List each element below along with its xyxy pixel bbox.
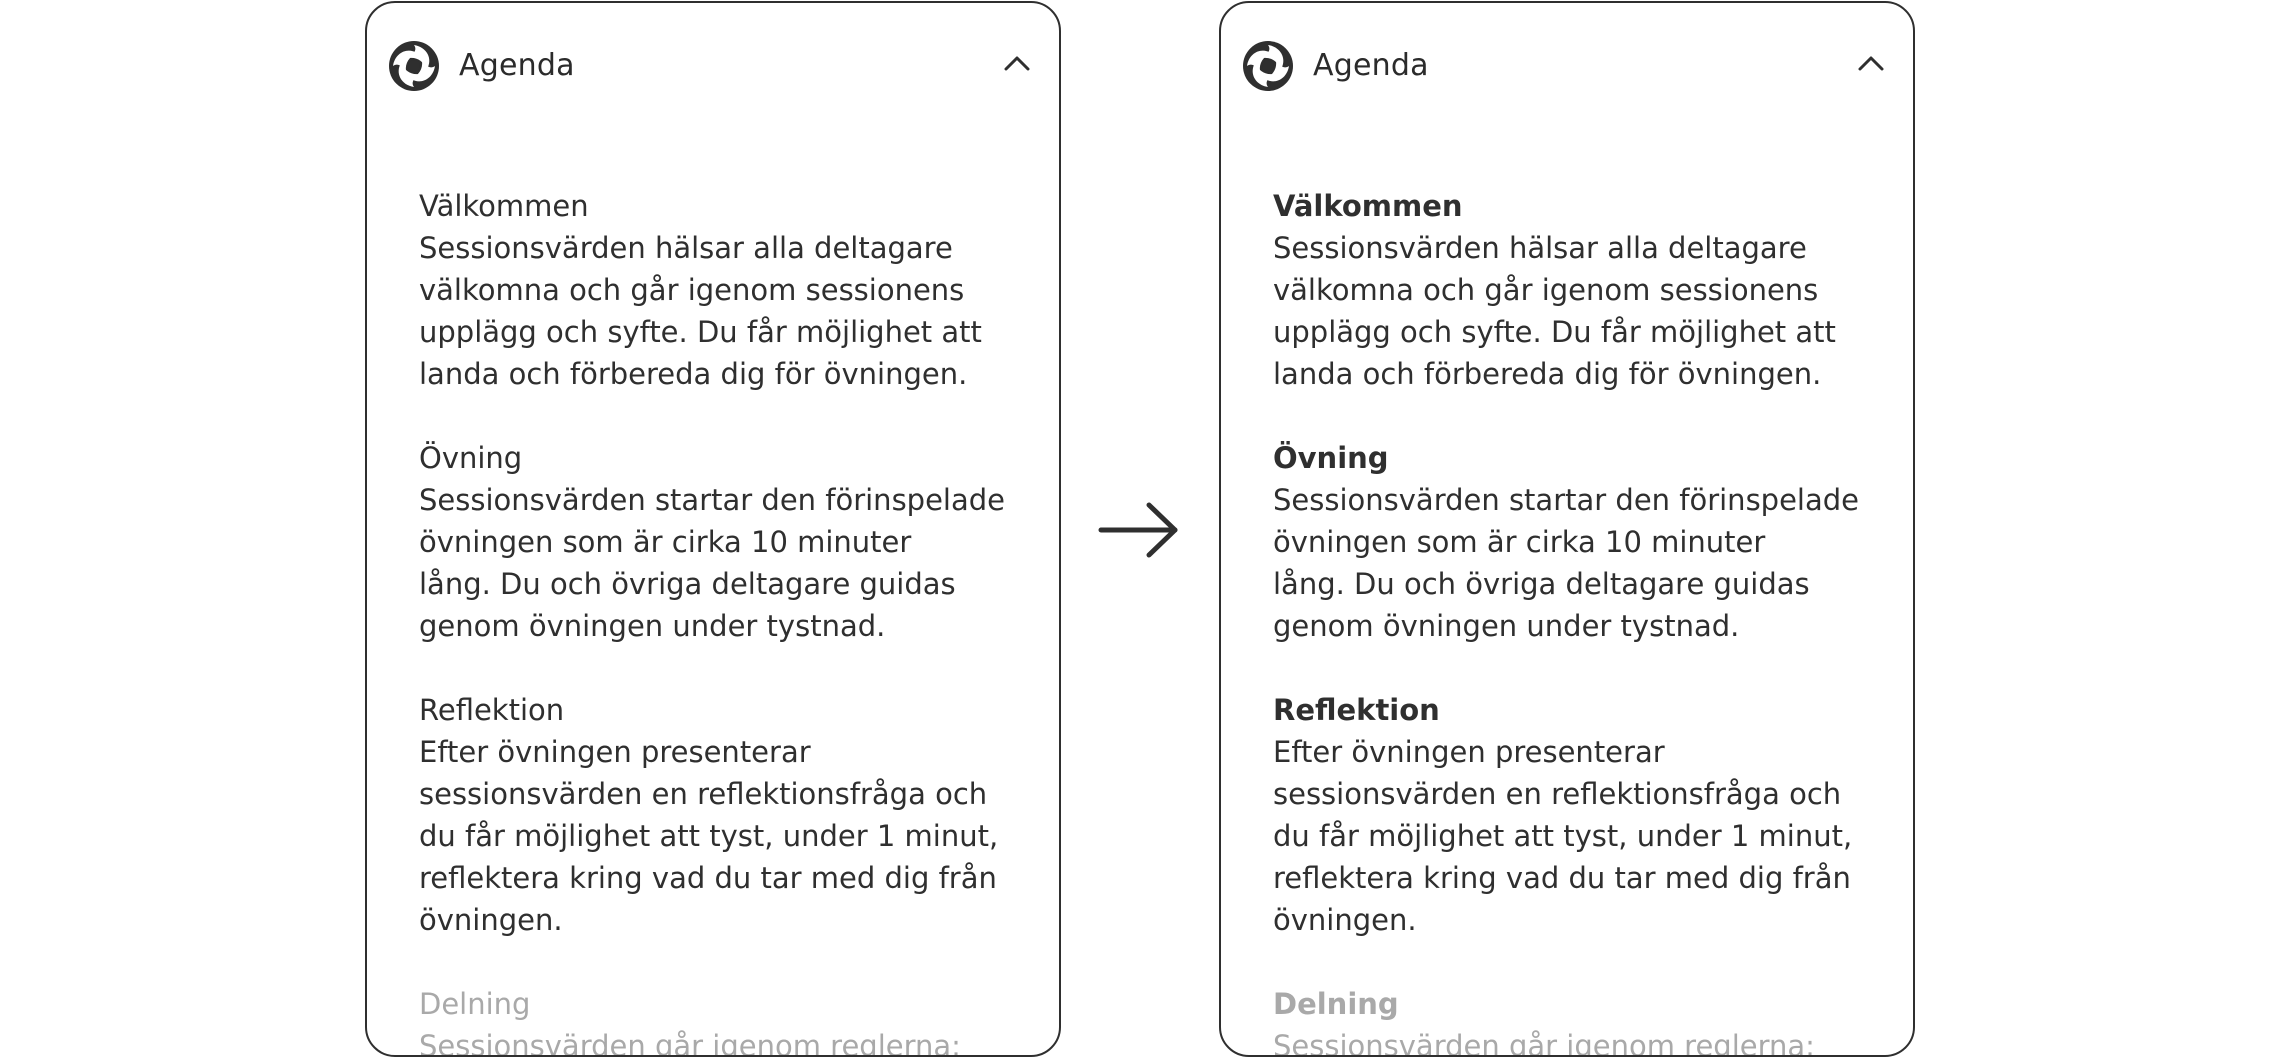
section-text-line: sessionsvärden en reflektionsfråga och: [419, 777, 988, 811]
chevron-up-icon: [1004, 56, 1030, 71]
section-title: Reflektion: [1273, 693, 1440, 727]
section-text-line: upplägg och syfte. Du får möjlighet att: [1273, 315, 1836, 349]
collapse-button[interactable]: [995, 41, 1039, 85]
agenda-title: Agenda: [1313, 48, 1429, 83]
section-title: Delning: [419, 987, 531, 1021]
section-text-line: lång. Du och övriga deltagare guidas: [419, 567, 956, 601]
section-text-line: Sessionsvärden hälsar alla deltagare: [419, 231, 953, 265]
section-text-line: du får möjlighet att tyst, under 1 minut…: [419, 819, 999, 853]
section-title: Övning: [1273, 441, 1389, 475]
agenda-title: Agenda: [459, 48, 575, 83]
agenda-card-after: Agenda Välkommen Sessionsvärden hälsar a…: [1219, 1, 1915, 1057]
agenda-section-reflektion: Reflektion Efter övningen presenterar se…: [1273, 689, 1893, 941]
section-text-line: Sessionsvärden startar den förinspelade: [419, 483, 1006, 517]
section-title: Reflektion: [419, 693, 565, 727]
section-text-line: genom övningen under tystnad.: [1273, 609, 1740, 643]
section-text-line: du får möjlighet att tyst, under 1 minut…: [1273, 819, 1853, 853]
section-text-line: landa och förbereda dig för övningen.: [419, 357, 968, 391]
section-title: Välkommen: [419, 189, 589, 223]
section-text-line: Efter övningen presenterar: [419, 735, 811, 769]
section-title: Välkommen: [1273, 189, 1463, 223]
section-text-line: övningen som är cirka 10 minuter: [1273, 525, 1766, 559]
agenda-section-valkommen: Välkommen Sessionsvärden hälsar alla del…: [419, 185, 1039, 395]
section-text-line: välkomna och går igenom sessionens: [419, 273, 965, 307]
section-text-line: reflektera kring vad du tar med dig från: [419, 861, 997, 895]
section-text-line: Efter övningen presenterar: [1273, 735, 1665, 769]
section-text-line: genom övningen under tystnad.: [419, 609, 886, 643]
agenda-list: Välkommen Sessionsvärden hälsar alla del…: [1273, 185, 1893, 1057]
agenda-card-before: Agenda Välkommen Sessionsvärden hälsar a…: [365, 1, 1061, 1057]
section-text-line: Sessionsvärden går igenom reglerna:: [1273, 1029, 1815, 1057]
agenda-section-reflektion: Reflektion Efter övningen presenterar se…: [419, 689, 1039, 941]
agenda-section-ovning: Övning Sessionsvärden startar den förins…: [419, 437, 1039, 647]
collapse-button[interactable]: [1849, 41, 1893, 85]
comparison-stage: Agenda Välkommen Sessionsvärden hälsar a…: [0, 0, 2280, 1059]
section-text-line: Sessionsvärden hälsar alla deltagare: [1273, 231, 1807, 265]
section-text-line: Sessionsvärden startar den förinspelade: [1273, 483, 1860, 517]
agenda-section-delning: Delning Sessionsvärden går igenom regler…: [419, 983, 1039, 1057]
agenda-section-valkommen: Välkommen Sessionsvärden hälsar alla del…: [1273, 185, 1893, 395]
agenda-header[interactable]: Agenda: [367, 3, 1059, 133]
agenda-header[interactable]: Agenda: [1221, 3, 1913, 133]
section-text-line: landa och förbereda dig för övningen.: [1273, 357, 1822, 391]
chevron-up-icon: [1858, 56, 1884, 71]
section-text-line: sessionsvärden en reflektionsfråga och: [1273, 777, 1842, 811]
swirl-logo-icon: [1243, 41, 1293, 91]
section-text-line: övningen som är cirka 10 minuter: [419, 525, 912, 559]
section-text-line: reflektera kring vad du tar med dig från: [1273, 861, 1851, 895]
section-text-line: upplägg och syfte. Du får möjlighet att: [419, 315, 982, 349]
section-text-line: lång. Du och övriga deltagare guidas: [1273, 567, 1810, 601]
section-title: Delning: [1273, 987, 1399, 1021]
section-text-line: övningen.: [1273, 903, 1417, 937]
swirl-logo-icon: [389, 41, 439, 91]
agenda-section-delning: Delning Sessionsvärden går igenom regler…: [1273, 983, 1893, 1057]
agenda-list: Välkommen Sessionsvärden hälsar alla del…: [419, 185, 1039, 1057]
agenda-section-ovning: Övning Sessionsvärden startar den förins…: [1273, 437, 1893, 647]
section-text-line: övningen.: [419, 903, 563, 937]
section-title: Övning: [419, 441, 523, 475]
arrow-right-icon: [1098, 502, 1178, 558]
section-text-line: välkomna och går igenom sessionens: [1273, 273, 1819, 307]
section-text-line: Sessionsvärden går igenom reglerna:: [419, 1029, 961, 1057]
